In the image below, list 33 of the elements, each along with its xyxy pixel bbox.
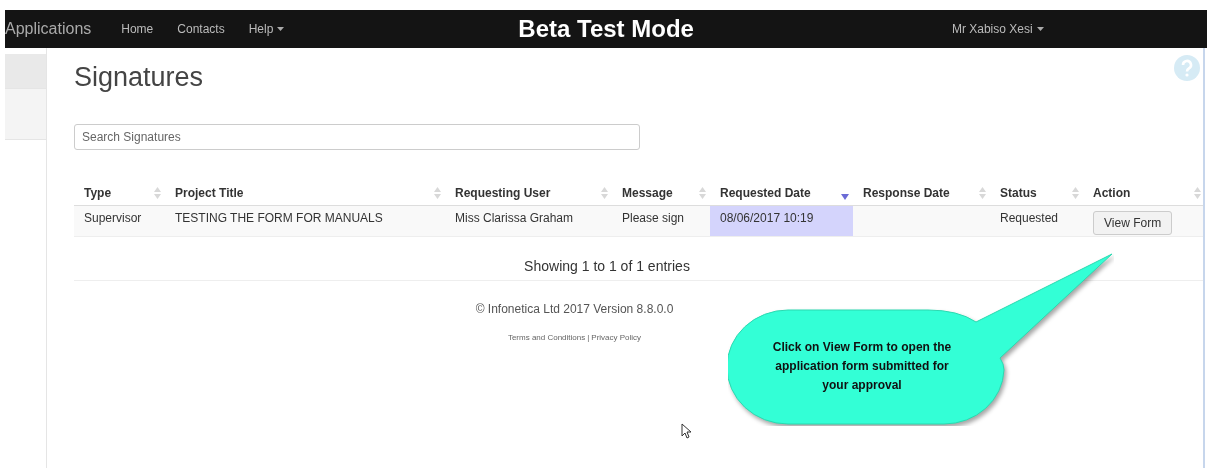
page-title: Signatures xyxy=(74,61,204,94)
column-header[interactable]: Status xyxy=(990,183,1083,202)
nav-link[interactable]: Home xyxy=(121,20,154,38)
table-cell-text: Miss Clarissa Graham xyxy=(454,210,575,227)
column-header[interactable]: Action xyxy=(1083,183,1205,202)
user-menu[interactable]: Mr Xabiso Xesi xyxy=(951,20,1044,38)
column-header[interactable]: Type xyxy=(74,183,165,202)
nav-link[interactable]: Help xyxy=(248,20,285,38)
terms-link[interactable]: Terms and Conditions xyxy=(507,332,586,344)
footer-separator: | xyxy=(587,332,590,344)
table-cell: 08/06/2017 10:19 xyxy=(710,206,853,236)
help-icon[interactable] xyxy=(1174,55,1200,81)
column-header[interactable]: Requesting User xyxy=(445,183,612,202)
table-cell-text: Supervisor xyxy=(83,210,143,227)
table-cell-text: TESTING THE FORM FOR MANUALS xyxy=(174,210,384,227)
column-header[interactable]: Response Date xyxy=(853,183,990,202)
copyright-text: © Infonetica Ltd 2017 Version 8.8.0.0 xyxy=(475,301,674,318)
privacy-link[interactable]: Privacy Policy xyxy=(591,332,642,344)
callout-text: Click on View Form to open the application form submitted for your approval xyxy=(771,339,953,394)
sidebar-tab[interactable] xyxy=(5,54,46,88)
column-header[interactable]: Message xyxy=(612,183,710,202)
table-info: Showing 1 to 1 of 1 entries xyxy=(524,257,690,276)
nav-link[interactable]: Contacts xyxy=(177,20,225,38)
table-cell-text: Please sign xyxy=(621,210,686,227)
view-form-button[interactable]: View Form xyxy=(1093,211,1173,235)
sidebar-tab[interactable] xyxy=(5,88,46,140)
search-field[interactable]: Search Signatures xyxy=(74,124,640,150)
column-header[interactable]: Requested Date xyxy=(710,183,853,202)
banner-title: Beta Test Mode xyxy=(518,14,694,44)
brand-link[interactable]: Applications xyxy=(5,17,92,41)
table-cell-text: Requested xyxy=(999,210,1060,227)
mouse-cursor-icon xyxy=(681,423,692,439)
column-header[interactable]: Project Title xyxy=(165,183,445,202)
